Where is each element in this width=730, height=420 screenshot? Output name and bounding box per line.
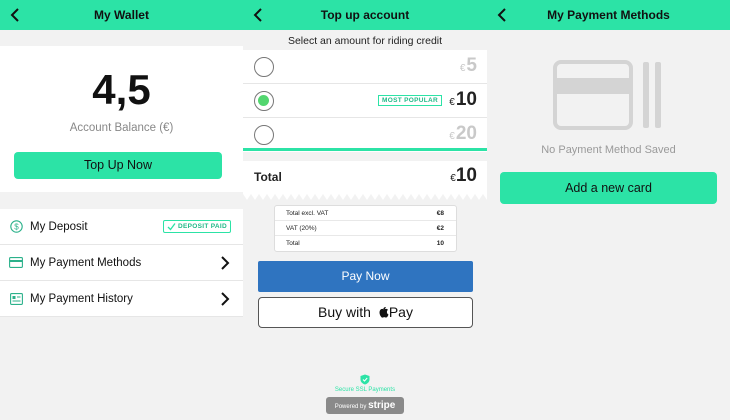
breakdown-value: €2: [436, 225, 444, 232]
secure-text: Secure SSL Payments: [334, 387, 396, 393]
card-placeholder-icon: [553, 60, 661, 130]
pay-now-button[interactable]: Pay Now: [258, 261, 473, 292]
amount-number: 10: [455, 89, 477, 110]
total-row: Total €10: [243, 161, 487, 194]
dollar-icon: $: [9, 220, 23, 234]
top-up-button[interactable]: Top Up Now: [14, 152, 222, 179]
apple-pay-button[interactable]: Buy with Pay: [258, 297, 473, 328]
amount-option-20[interactable]: €20: [243, 118, 487, 152]
menu-item-label: My Payment History: [30, 292, 133, 305]
breakdown-row: Total 10: [275, 236, 456, 251]
breakdown-row: Total excl. VAT €8: [275, 206, 456, 221]
radio-button[interactable]: [254, 57, 274, 77]
deposit-paid-badge: DEPOSIT PAID: [163, 220, 231, 233]
breakdown-label: Total excl. VAT: [286, 210, 329, 217]
breakdown-value: 10: [436, 240, 444, 247]
breakdown-label: VAT (20%): [286, 225, 317, 232]
balance-card: 4,5 Account Balance (€) Top Up Now: [0, 46, 243, 192]
menu-item-payment-methods[interactable]: My Payment Methods: [0, 245, 243, 281]
topup-title: Top up account: [320, 8, 410, 22]
amount-instruction: Select an amount for riding credit: [287, 35, 443, 47]
balance-label: Account Balance (€): [69, 122, 174, 134]
radio-button[interactable]: [254, 125, 274, 145]
topup-screen: Top up account Select an amount for ridi…: [243, 0, 487, 420]
payment-methods-header: My Payment Methods: [487, 0, 730, 30]
currency-symbol: €: [449, 97, 455, 108]
amount-number: 20: [455, 123, 477, 144]
payment-methods-title: My Payment Methods: [547, 8, 670, 22]
stripe-logo-text: stripe: [368, 400, 396, 411]
wallet-title: My Wallet: [94, 8, 149, 22]
menu-item-label: My Deposit: [30, 220, 88, 233]
payment-methods-screen: My Payment Methods No Payment Method Sav…: [487, 0, 730, 420]
vat-breakdown: Total excl. VAT €8 VAT (20%) €2 Total 10: [274, 205, 457, 252]
amount-value: €10: [449, 89, 477, 111]
amount-option-10[interactable]: MOST POPULAR €10: [243, 84, 487, 118]
chevron-right-icon: [221, 256, 230, 270]
amount-number: 5: [466, 55, 477, 76]
menu-item-label: My Payment Methods: [30, 256, 142, 269]
secure-payments: Secure SSL Payments: [243, 374, 487, 393]
divider: [243, 148, 487, 151]
breakdown-value: €8: [436, 210, 444, 217]
most-popular-badge: MOST POPULAR: [378, 95, 442, 106]
breakdown-label: Total: [286, 240, 300, 247]
buy-with-label: Buy with: [318, 304, 371, 320]
pay-label: Pay: [388, 304, 413, 320]
amount-value: €20: [449, 123, 477, 145]
back-arrow-icon[interactable]: [251, 0, 265, 30]
card-icon: [9, 256, 23, 270]
radio-button-selected[interactable]: [254, 91, 274, 111]
receipt-icon: [9, 292, 23, 306]
menu-item-deposit[interactable]: $ My Deposit DEPOSIT PAID: [0, 209, 243, 245]
amount-value: €5: [460, 55, 477, 77]
chevron-right-icon: [221, 292, 230, 306]
powered-by-text: Powered by: [334, 404, 367, 410]
currency-symbol: €: [449, 131, 455, 142]
receipt-edge: [243, 194, 487, 200]
add-card-button[interactable]: Add a new card: [500, 172, 717, 204]
currency-symbol: €: [459, 63, 466, 74]
menu-item-payment-history[interactable]: My Payment History: [0, 281, 243, 317]
amount-option-5[interactable]: €5: [243, 50, 487, 84]
total-value: €10: [450, 165, 477, 187]
powered-by-stripe-badge: Powered by stripe: [326, 397, 404, 414]
back-arrow-icon[interactable]: [8, 0, 22, 30]
check-icon: [167, 223, 176, 231]
deposit-badge-text: DEPOSIT PAID: [178, 223, 227, 230]
empty-state-text: No Payment Method Saved: [541, 144, 676, 156]
breakdown-row: VAT (20%) €2: [275, 221, 456, 236]
total-number: 10: [455, 165, 477, 186]
shield-icon: [360, 374, 370, 385]
back-arrow-icon[interactable]: [495, 0, 509, 30]
wallet-screen: My Wallet 4,5 Account Balance (€) Top Up…: [0, 0, 243, 420]
wallet-header: My Wallet: [0, 0, 243, 30]
apple-icon: [379, 307, 389, 318]
balance-value: 4,5: [92, 66, 151, 113]
wallet-menu: $ My Deposit DEPOSIT PAID My Payment Met…: [0, 209, 243, 317]
total-label: Total: [254, 170, 282, 184]
amount-options: €5 MOST POPULAR €10 €20: [243, 50, 487, 152]
topup-header: Top up account: [243, 0, 487, 30]
svg-text:$: $: [14, 222, 19, 231]
